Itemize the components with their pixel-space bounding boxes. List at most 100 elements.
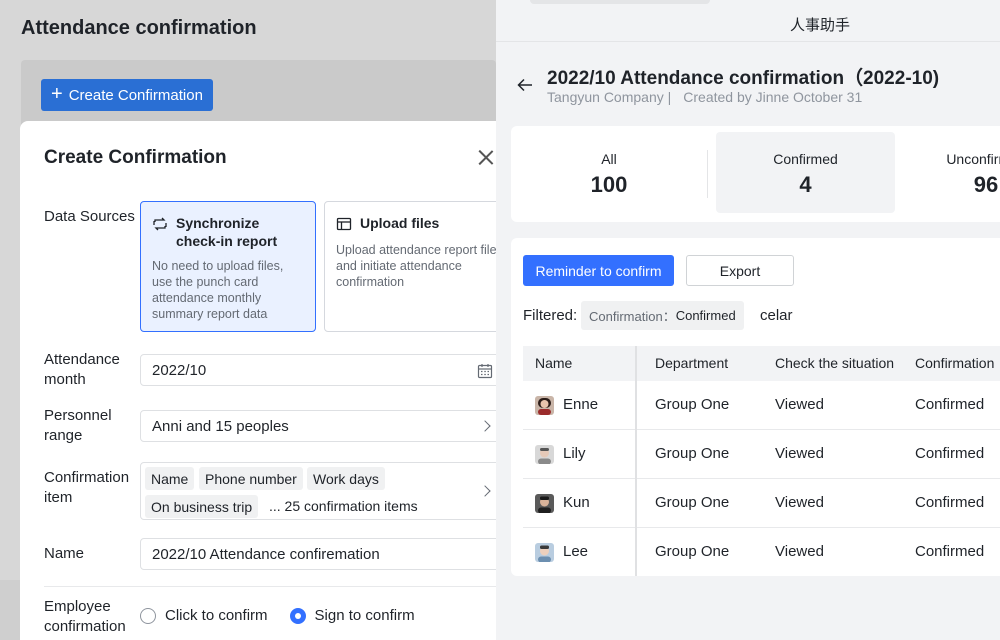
column-header-check[interactable]: Check the situation [775,355,894,371]
name-input[interactable]: 2022/10 Attendance confiremation [140,538,496,570]
confirmation-subtitle: Tangyun Company | Created by Jinne Octobe… [547,89,862,105]
filtered-label: Filtered: [523,307,578,324]
avatar [535,396,554,415]
personnel-range-label: Personnel range [44,407,112,444]
stat-value: 4 [799,172,812,197]
column-header-confirmation[interactable]: Confirmation [915,355,994,371]
close-icon[interactable] [478,149,494,165]
source-option-title: Upload files [360,215,440,231]
back-arrow-icon[interactable] [516,76,534,94]
detail-pane: 人事助手 2022/10 Attendance confirmation（202… [496,0,1000,640]
column-header-department[interactable]: Department [655,355,728,371]
divider [44,586,496,587]
column-divider [635,346,637,576]
row-confirmation: Confirmed [915,494,985,511]
row-name: Lily [563,445,586,462]
row-confirmation: Confirmed [915,445,985,462]
filter-chip-value: Confirmed [675,308,736,323]
creator-info: Created by Jinne October 31 [683,89,863,105]
personnel-range-field[interactable]: Anni and 15 peoples [140,410,496,442]
background-page: Attendance confirmation + Create Confirm… [0,0,496,640]
source-option-upload[interactable]: Upload files Upload attendance report fi… [324,201,496,332]
background-strip [0,580,20,640]
confirmation-item-field[interactable]: Name Phone number Work days On business … [140,462,496,520]
table-row[interactable]: Enne Group One Viewed Confirmed [523,381,1000,430]
filter-chip-key: Confirmation： [589,309,676,324]
source-option-description: Upload attendance report file and initia… [336,243,496,289]
table-header: Name Department Check the situation Conf… [523,346,1000,381]
row-department: Group One [655,543,730,560]
personnel-range-value: Anni and 15 peoples [152,417,289,435]
row-check: Viewed [775,396,824,413]
row-check: Viewed [775,445,824,462]
stat-label: Confirmed [773,151,838,167]
company-name: Tangyun Company | [547,89,672,105]
table-row[interactable]: Lee Group One Viewed Confirmed [523,528,1000,576]
confirmation-item-label: Confirmation item [44,469,130,506]
create-confirmation-modal: Create Confirmation Data Sources Synchro… [20,121,496,640]
stat-confirmed[interactable]: Confirmed 4 [716,132,895,213]
stat-divider [707,150,708,198]
radio-label: Click to confirm [165,607,268,624]
attendance-month-label: Attendance month [44,351,120,388]
stat-label: Unconfirmed [946,151,1000,167]
row-department: Group One [655,396,730,413]
stat-value: 96 [973,172,999,197]
filter-chip[interactable]: Confirmation： Confirmed [581,301,744,330]
row-department: Group One [655,445,730,462]
confirmation-item-tag: Phone number [199,467,303,490]
confirmation-item-tag: On business trip [145,495,259,518]
table-icon [336,217,352,231]
calendar-icon [477,364,493,379]
create-confirmation-button[interactable]: + Create Confirmation [41,79,213,111]
row-name: Enne [563,396,599,413]
column-header-name[interactable]: Name [535,355,572,371]
table-row[interactable]: Kun Group One Viewed Confirmed [523,479,1000,528]
row-name: Lee [563,543,589,560]
attendance-month-value: 2022/10 [152,361,207,379]
row-name: Kun [563,494,590,511]
records-card: Reminder to confirm Export Filtered: Con… [511,238,1000,576]
avatar [535,543,554,562]
stat-value: 100 [590,172,628,197]
name-label: Name [44,545,85,562]
clear-filter-link[interactable]: celar [760,307,793,324]
create-confirmation-label: Create Confirmation [68,86,203,104]
export-button[interactable]: Export [686,255,794,286]
employee-confirmation-options: Click to confirm Sign to confirm [140,607,415,624]
confirmation-item-tag: Name [145,467,195,490]
source-option-description: No need to upload files, use the punch c… [152,259,284,321]
attendance-month-field[interactable]: 2022/10 [140,354,496,386]
name-value: 2022/10 Attendance confiremation [152,545,380,563]
radio-click-to-confirm[interactable] [140,607,156,624]
avatar [535,494,554,513]
stat-unconfirmed[interactable]: Unconfirmed 96 [906,126,1000,222]
stat-label: All [601,151,617,167]
row-confirmation: Confirmed [915,396,985,413]
stat-all[interactable]: All 100 [511,126,707,222]
source-option-sync[interactable]: Synchronize check-in report No need to u… [140,201,316,332]
radio-sign-to-confirm[interactable] [289,607,306,624]
table-row[interactable]: Lily Group One Viewed Confirmed [523,430,1000,479]
row-check: Viewed [775,543,824,560]
confirmation-item-tag: Work days [307,467,385,490]
app-name: 人事助手 [789,17,850,34]
row-confirmation: Confirmed [915,543,985,560]
plus-icon: + [51,83,63,105]
radio-label: Sign to confirm [314,607,415,624]
confirmation-title: 2022/10 Attendance confirmation（2022-10) [547,68,940,89]
row-department: Group One [655,494,730,511]
header-divider [496,41,1000,42]
stats-card: All 100 Confirmed 4 Unconfirmed 96 [511,126,1000,222]
source-option-title: Synchronize check-in report [176,215,278,249]
data-sources-label: Data Sources [44,208,135,225]
modal-title: Create Confirmation [44,147,227,168]
reminder-to-confirm-button[interactable]: Reminder to confirm [523,255,674,286]
row-check: Viewed [775,494,824,511]
confirmation-item-more: ... 25 confirmation items [269,498,418,514]
chevron-right-icon [479,485,491,497]
sync-icon [153,217,167,231]
avatar [535,445,554,464]
employee-confirmation-label: Employee confirmation [44,598,126,635]
chevron-right-icon [479,420,491,432]
